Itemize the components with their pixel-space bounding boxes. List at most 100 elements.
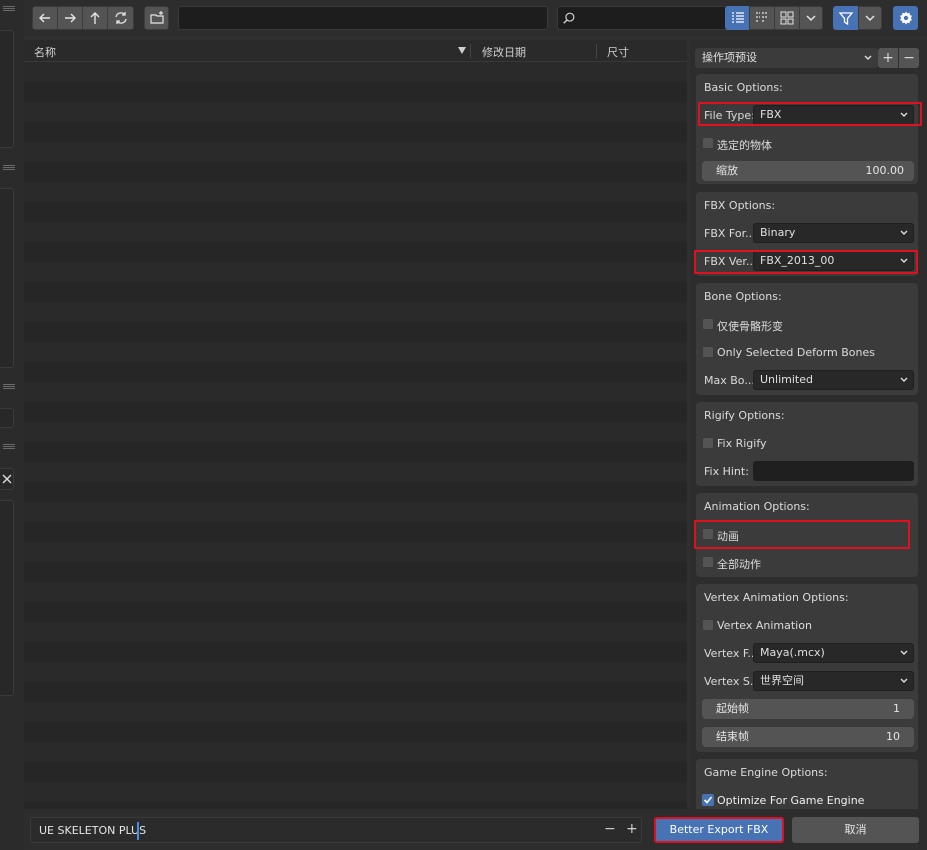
scale-label: 缩放 [716, 164, 738, 177]
deform-bones-only-label: 仅使骨骼形变 [717, 320, 783, 333]
display-mode-thumbs-vertical-button[interactable] [749, 6, 775, 30]
vertex-animation-label: Vertex Animation [717, 619, 812, 632]
operator-presets-dropdown[interactable]: 操作项预设 [695, 48, 878, 68]
vertex-animation-options-section: Vertex Animation Options: Vertex Animati… [696, 584, 918, 752]
optimize-for-game-engine-checkbox[interactable] [702, 794, 714, 806]
rigify-options-header: Rigify Options: [704, 409, 785, 422]
start-frame-field[interactable]: 起始帧 1 [702, 699, 914, 719]
operator-settings-panel: 操作项预设 + − Basic Options: File Type: FBX … [690, 40, 927, 819]
vertex-format-dropdown[interactable]: Maya(.mcx) [753, 643, 914, 663]
directory-path-input[interactable] [178, 6, 548, 30]
back-button[interactable] [32, 6, 58, 30]
checkmark-icon [703, 796, 713, 804]
fbx-format-dropdown[interactable]: Binary [753, 223, 914, 243]
sort-descending-icon[interactable] [458, 47, 466, 54]
end-frame-label: 结束帧 [716, 730, 749, 743]
search-input[interactable] [557, 6, 743, 30]
optimize-for-game-engine-label: Optimize For Game Engine [717, 794, 865, 807]
end-frame-value: 10 [886, 730, 900, 743]
display-mode-list-button[interactable] [725, 6, 750, 30]
column-name-header[interactable]: 名称 [34, 44, 56, 60]
start-frame-label: 起始帧 [716, 702, 749, 715]
column-divider [596, 44, 597, 58]
vertex-space-value: 世界空间 [760, 674, 804, 687]
highlight-box-animation [694, 520, 910, 549]
close-icon [2, 474, 11, 484]
chevron-down-icon [865, 15, 875, 22]
operator-presets-label: 操作项预设 [702, 51, 757, 64]
column-date-header[interactable]: 修改日期 [482, 44, 526, 60]
chevron-down-icon [900, 678, 908, 683]
drag-handle[interactable] [3, 165, 15, 171]
plus-icon: + [882, 50, 894, 66]
selected-objects-checkbox[interactable] [702, 137, 714, 149]
fbx-options-header: FBX Options: [704, 199, 776, 212]
end-frame-field[interactable]: 结束帧 10 [702, 727, 914, 747]
settings-button[interactable] [893, 6, 918, 30]
gear-icon [899, 11, 912, 25]
column-divider [470, 44, 471, 58]
animation-options-header: Animation Options: [704, 500, 810, 513]
add-preset-button[interactable]: + [878, 48, 898, 68]
filter-settings-dropdown[interactable] [858, 6, 882, 30]
vertex-animation-checkbox[interactable] [702, 619, 714, 631]
export-button-label: Better Export FBX [669, 823, 769, 836]
file-browser-toolbar [24, 0, 927, 36]
vertex-format-value: Maya(.mcx) [760, 646, 825, 659]
fix-rigify-checkbox[interactable] [702, 437, 714, 449]
drag-handle[interactable] [3, 384, 15, 390]
basic-options-header: Basic Options: [704, 81, 783, 94]
vertex-space-label: Vertex S... [704, 675, 761, 688]
display-settings-dropdown[interactable] [799, 6, 823, 30]
only-selected-deform-bones-checkbox[interactable] [702, 346, 714, 358]
cancel-button-label: 取消 [844, 823, 867, 836]
filename-input[interactable]: UE SKELETON PLUS − + [30, 817, 642, 843]
only-selected-deform-bones-label: Only Selected Deform Bones [717, 346, 876, 359]
column-size-header[interactable]: 尺寸 [607, 44, 629, 60]
max-bones-dropdown[interactable]: Unlimited [753, 370, 914, 390]
left-region-strip [0, 0, 24, 850]
decrement-filename-button[interactable]: − [604, 821, 616, 837]
vertex-space-dropdown[interactable]: 世界空间 [753, 671, 914, 691]
basic-options-section: Basic Options: File Type: FBX 选定的物体 缩放 1… [696, 74, 918, 184]
file-list[interactable] [24, 62, 687, 809]
close-button[interactable] [0, 468, 14, 490]
chevron-down-icon [900, 650, 908, 655]
highlight-box-fbx-version [694, 250, 918, 274]
all-actions-checkbox[interactable] [702, 556, 714, 568]
display-mode-thumbnails-button[interactable] [774, 6, 800, 30]
chevron-down-icon [900, 230, 908, 235]
fbx-format-value: Binary [760, 226, 796, 239]
fix-hint-label: Fix Hint: [704, 465, 749, 478]
search-icon [563, 12, 575, 24]
forward-icon [65, 13, 76, 23]
deform-bones-only-checkbox[interactable] [702, 318, 714, 330]
fix-hint-input[interactable] [753, 461, 914, 481]
scale-field[interactable]: 缩放 100.00 [702, 161, 914, 181]
parent-dir-icon [90, 12, 100, 24]
rigify-options-section: Rigify Options: Fix Rigify Fix Hint: [696, 402, 918, 486]
export-button[interactable]: Better Export FBX [654, 817, 784, 843]
chevron-down-icon [864, 55, 872, 60]
bone-options-section: Bone Options: 仅使骨骼形变 Only Selected Defor… [696, 283, 918, 395]
display-list-icon [731, 12, 744, 23]
parent-directory-button[interactable] [82, 6, 108, 30]
new-folder-button[interactable] [144, 6, 169, 30]
drag-handle[interactable] [3, 6, 15, 12]
start-frame-value: 1 [893, 702, 900, 715]
drag-handle[interactable] [3, 444, 15, 450]
remove-preset-button[interactable]: − [899, 48, 919, 68]
fbx-format-label: FBX For... [704, 227, 756, 240]
new-folder-icon [149, 11, 164, 24]
forward-button[interactable] [57, 6, 83, 30]
increment-filename-button[interactable]: + [626, 821, 638, 837]
display-thumbs-icon [780, 11, 794, 25]
filter-icon [838, 12, 854, 26]
refresh-button[interactable] [107, 6, 134, 30]
cancel-button[interactable]: 取消 [792, 817, 919, 843]
display-thumbs-vertical-icon [756, 12, 767, 22]
game-engine-options-header: Game Engine Options: [704, 766, 828, 779]
filter-toggle-button[interactable] [833, 6, 859, 30]
refresh-icon [114, 12, 127, 24]
filename-value: UE SKELETON PLUS [39, 824, 147, 837]
